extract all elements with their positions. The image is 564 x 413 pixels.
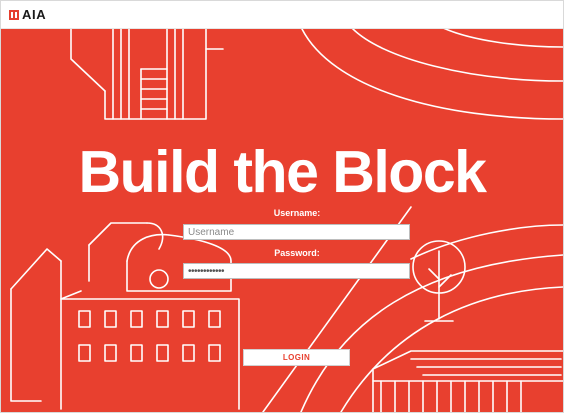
- username-label: Username:: [273, 208, 321, 218]
- windowed-building-illustration: [60, 290, 240, 410]
- aia-logo-icon: [9, 9, 19, 20]
- aia-logo[interactable]: AIA: [9, 7, 46, 22]
- road-arcs-illustration: [301, 29, 563, 120]
- stair-building-illustration: [70, 29, 224, 120]
- page-title: Build the Block: [78, 139, 487, 205]
- logo-text: AIA: [22, 7, 47, 22]
- password-input[interactable]: [183, 263, 410, 279]
- username-input[interactable]: [183, 224, 410, 240]
- top-bar: AIA: [1, 1, 563, 29]
- gable-buildings-illustration: [10, 222, 164, 410]
- password-label: Password:: [274, 248, 320, 258]
- colonnade-illustration: [372, 350, 563, 412]
- login-button[interactable]: LOGIN: [243, 349, 350, 366]
- browser-frame: AIA Build the Block Username: Username P…: [0, 0, 564, 413]
